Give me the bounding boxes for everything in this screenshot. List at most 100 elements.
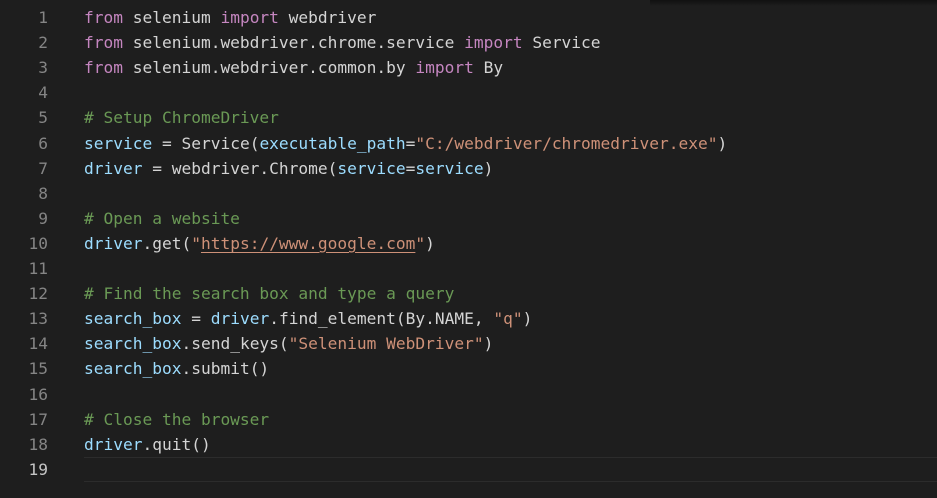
code-line[interactable]: 9 # Open a website xyxy=(0,206,937,231)
line-number: 14 xyxy=(28,334,49,354)
code-token: = xyxy=(405,133,416,153)
code-token: driver xyxy=(84,434,143,454)
line-number: 7 xyxy=(38,158,48,178)
code-text[interactable]: driver.quit() xyxy=(84,432,211,457)
code-text[interactable]: search_box.submit() xyxy=(84,356,269,381)
code-token: selenium.webdriver.common.by xyxy=(122,58,416,78)
code-editor[interactable]: 1 from selenium import webdriver 2 from sel… xyxy=(0,0,937,498)
code-token: https://www.google.com xyxy=(200,233,416,253)
code-line[interactable]: 6 service = Service(executable_path="C:/w… xyxy=(0,131,937,156)
code-token: search_box xyxy=(84,334,182,354)
code-line[interactable]: 4 xyxy=(0,80,937,105)
code-token: "C:/webdriver/chromedriver.exe" xyxy=(415,133,718,153)
code-token: .get( xyxy=(142,233,192,253)
code-token: = xyxy=(405,158,416,178)
line-number: 3 xyxy=(38,58,48,78)
line-number: 1 xyxy=(38,8,48,27)
code-token: driver xyxy=(84,233,143,253)
code-text[interactable]: # Close the browser xyxy=(84,407,269,432)
code-line[interactable]: 17 # Close the browser xyxy=(0,407,937,432)
code-token: search_box xyxy=(84,309,182,329)
code-line[interactable]: 1 from selenium import webdriver xyxy=(0,5,937,30)
line-number: 6 xyxy=(38,133,48,153)
code-token: .submit() xyxy=(181,359,270,379)
code-line[interactable]: 18 driver.quit() xyxy=(0,432,937,457)
code-token: webdriver xyxy=(278,8,377,27)
code-line[interactable]: 10 driver.get("https://www.google.com") xyxy=(0,231,937,256)
line-number: 10 xyxy=(28,233,49,253)
line-number: 16 xyxy=(28,384,49,404)
code-token: .quit() xyxy=(142,434,211,454)
line-number: 2 xyxy=(38,33,48,53)
code-token: # Find the search box and type a query xyxy=(84,284,455,304)
code-line[interactable]: 15 search_box.submit() xyxy=(0,356,937,381)
code-token: service xyxy=(337,158,406,178)
code-token: = Service( xyxy=(152,133,260,153)
line-number: 13 xyxy=(28,309,49,329)
line-number: 11 xyxy=(28,259,49,278)
code-token: # Open a website xyxy=(84,208,240,228)
code-token: search_box xyxy=(84,359,182,379)
code-token: By xyxy=(473,58,504,78)
line-number: 15 xyxy=(28,359,49,379)
code-token: = xyxy=(181,309,211,329)
code-line[interactable]: 11 xyxy=(0,256,937,281)
code-token: "Selenium WebDriver" xyxy=(288,334,484,354)
code-line[interactable]: 7 driver = webdriver.Chrome(service=servi… xyxy=(0,156,937,181)
line-number: 18 xyxy=(28,434,49,454)
code-token: ) xyxy=(483,158,494,178)
code-token: import xyxy=(415,58,474,78)
code-token: = webdriver.Chrome( xyxy=(142,158,338,178)
code-text[interactable]: from selenium.webdriver.chrome.service i… xyxy=(84,30,601,55)
code-line[interactable]: 13 search_box = driver.find_element(By.NA… xyxy=(0,306,937,331)
code-line[interactable]: 8 xyxy=(0,181,937,206)
code-text[interactable]: service = Service(executable_path="C:/we… xyxy=(84,131,727,156)
code-text[interactable]: driver = webdriver.Chrome(service=servic… xyxy=(84,156,493,181)
code-token: " xyxy=(415,233,426,253)
code-token: from xyxy=(84,58,123,78)
code-token: driver xyxy=(210,309,270,329)
line-number: 4 xyxy=(38,83,48,103)
code-line[interactable]: 5 # Setup ChromeDriver xyxy=(0,105,937,130)
code-line[interactable]: 19 xyxy=(0,457,937,482)
code-token: " xyxy=(191,233,201,253)
code-token: selenium.webdriver.chrome.service xyxy=(122,33,465,53)
line-number: 8 xyxy=(38,183,48,203)
code-token: "q" xyxy=(493,309,523,329)
line-number: 17 xyxy=(28,409,49,429)
line-number: 9 xyxy=(38,208,48,228)
code-token: .find_element(By.NAME, xyxy=(269,309,494,329)
code-token: ) xyxy=(522,309,533,329)
code-token: from xyxy=(84,8,123,27)
code-line[interactable]: 16 xyxy=(0,382,937,407)
code-text[interactable]: # Find the search box and type a query xyxy=(84,281,454,306)
line-number: 12 xyxy=(28,284,49,304)
code-token: executable_path xyxy=(259,133,406,153)
code-text[interactable]: driver.get("https://www.google.com") xyxy=(84,231,435,256)
code-text[interactable]: # Open a website xyxy=(84,206,240,231)
line-number: 19 xyxy=(28,459,49,479)
code-token: selenium xyxy=(122,8,221,27)
line-number: 5 xyxy=(38,108,48,128)
code-line[interactable]: 3 from selenium.webdriver.common.by impor… xyxy=(0,55,937,80)
code-text[interactable]: search_box.send_keys("Selenium WebDriver… xyxy=(84,331,493,356)
code-token: ) xyxy=(425,233,435,253)
code-text[interactable]: # Setup ChromeDriver xyxy=(84,105,279,130)
code-token: Service xyxy=(522,33,601,53)
code-text[interactable]: from selenium import webdriver xyxy=(84,5,376,30)
code-token: .send_keys( xyxy=(181,334,289,354)
code-token: service xyxy=(415,158,484,178)
code-text[interactable]: search_box = driver.find_element(By.NAME… xyxy=(84,306,532,331)
code-token: import xyxy=(220,8,279,27)
code-token: ) xyxy=(483,334,494,354)
code-line[interactable]: 14 search_box.send_keys("Selenium WebDriv… xyxy=(0,331,937,356)
code-token: # Setup ChromeDriver xyxy=(84,108,279,128)
code-token: driver xyxy=(84,158,143,178)
code-text[interactable]: from selenium.webdriver.common.by import… xyxy=(84,55,503,80)
code-token: from xyxy=(84,33,123,53)
code-line[interactable]: 2 from selenium.webdriver.chrome.service … xyxy=(0,30,937,55)
code-line[interactable]: 12 # Find the search box and type a query xyxy=(0,281,937,306)
code-token: # Close the browser xyxy=(84,409,270,429)
code-token: service xyxy=(84,133,153,153)
code-token: import xyxy=(464,33,523,53)
